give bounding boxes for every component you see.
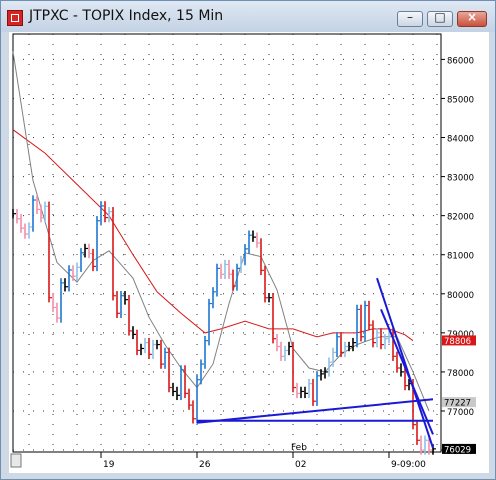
x-tick-label: 19 — [103, 460, 115, 470]
title-bar[interactable]: JTPXC - TOPIX Index, 15 Min – □ × — [1, 1, 495, 32]
y-tick-label: 80000 — [447, 291, 474, 301]
app-icon — [7, 10, 23, 26]
y-tick-label: 85000 — [447, 95, 474, 105]
price-label: 76029 — [444, 445, 471, 455]
y-tick-label: 84000 — [447, 135, 474, 145]
price-label: 78806 — [444, 337, 471, 347]
chart-window: JTPXC - TOPIX Index, 15 Min – □ × 86000 8… — [0, 0, 496, 480]
x-tick-label: 02 — [295, 460, 306, 470]
maximize-button[interactable]: □ — [427, 10, 453, 27]
close-button[interactable]: × — [457, 10, 487, 27]
x-month-label: Feb — [291, 443, 307, 453]
close-icon: × — [466, 10, 478, 24]
plot-frame — [12, 33, 442, 453]
y-tick-label: 82000 — [447, 213, 474, 223]
minimize-icon: – — [407, 10, 413, 24]
y-tick-label: 81000 — [447, 252, 474, 262]
price-label: 77227 — [444, 399, 471, 409]
y-tick-label: 77000 — [447, 408, 474, 418]
y-tick-label: 78000 — [447, 369, 474, 379]
price-chart: 8600085000840008300082000810008000079000… — [10, 33, 476, 470]
y-tick-label: 86000 — [447, 56, 474, 66]
window-title: JTPXC - TOPIX Index, 15 Min — [29, 8, 224, 24]
minimize-button[interactable]: – — [397, 10, 423, 27]
x-tick-label: 9-09:00 — [391, 460, 426, 470]
scroll-box — [10, 453, 22, 468]
chart-area[interactable]: 86000 85000 84000 83000 82000 81000 80000 79000… — [9, 32, 489, 473]
maximize-icon: □ — [434, 10, 446, 24]
x-tick-label: 26 — [199, 460, 211, 470]
y-tick-label: 83000 — [447, 174, 474, 184]
